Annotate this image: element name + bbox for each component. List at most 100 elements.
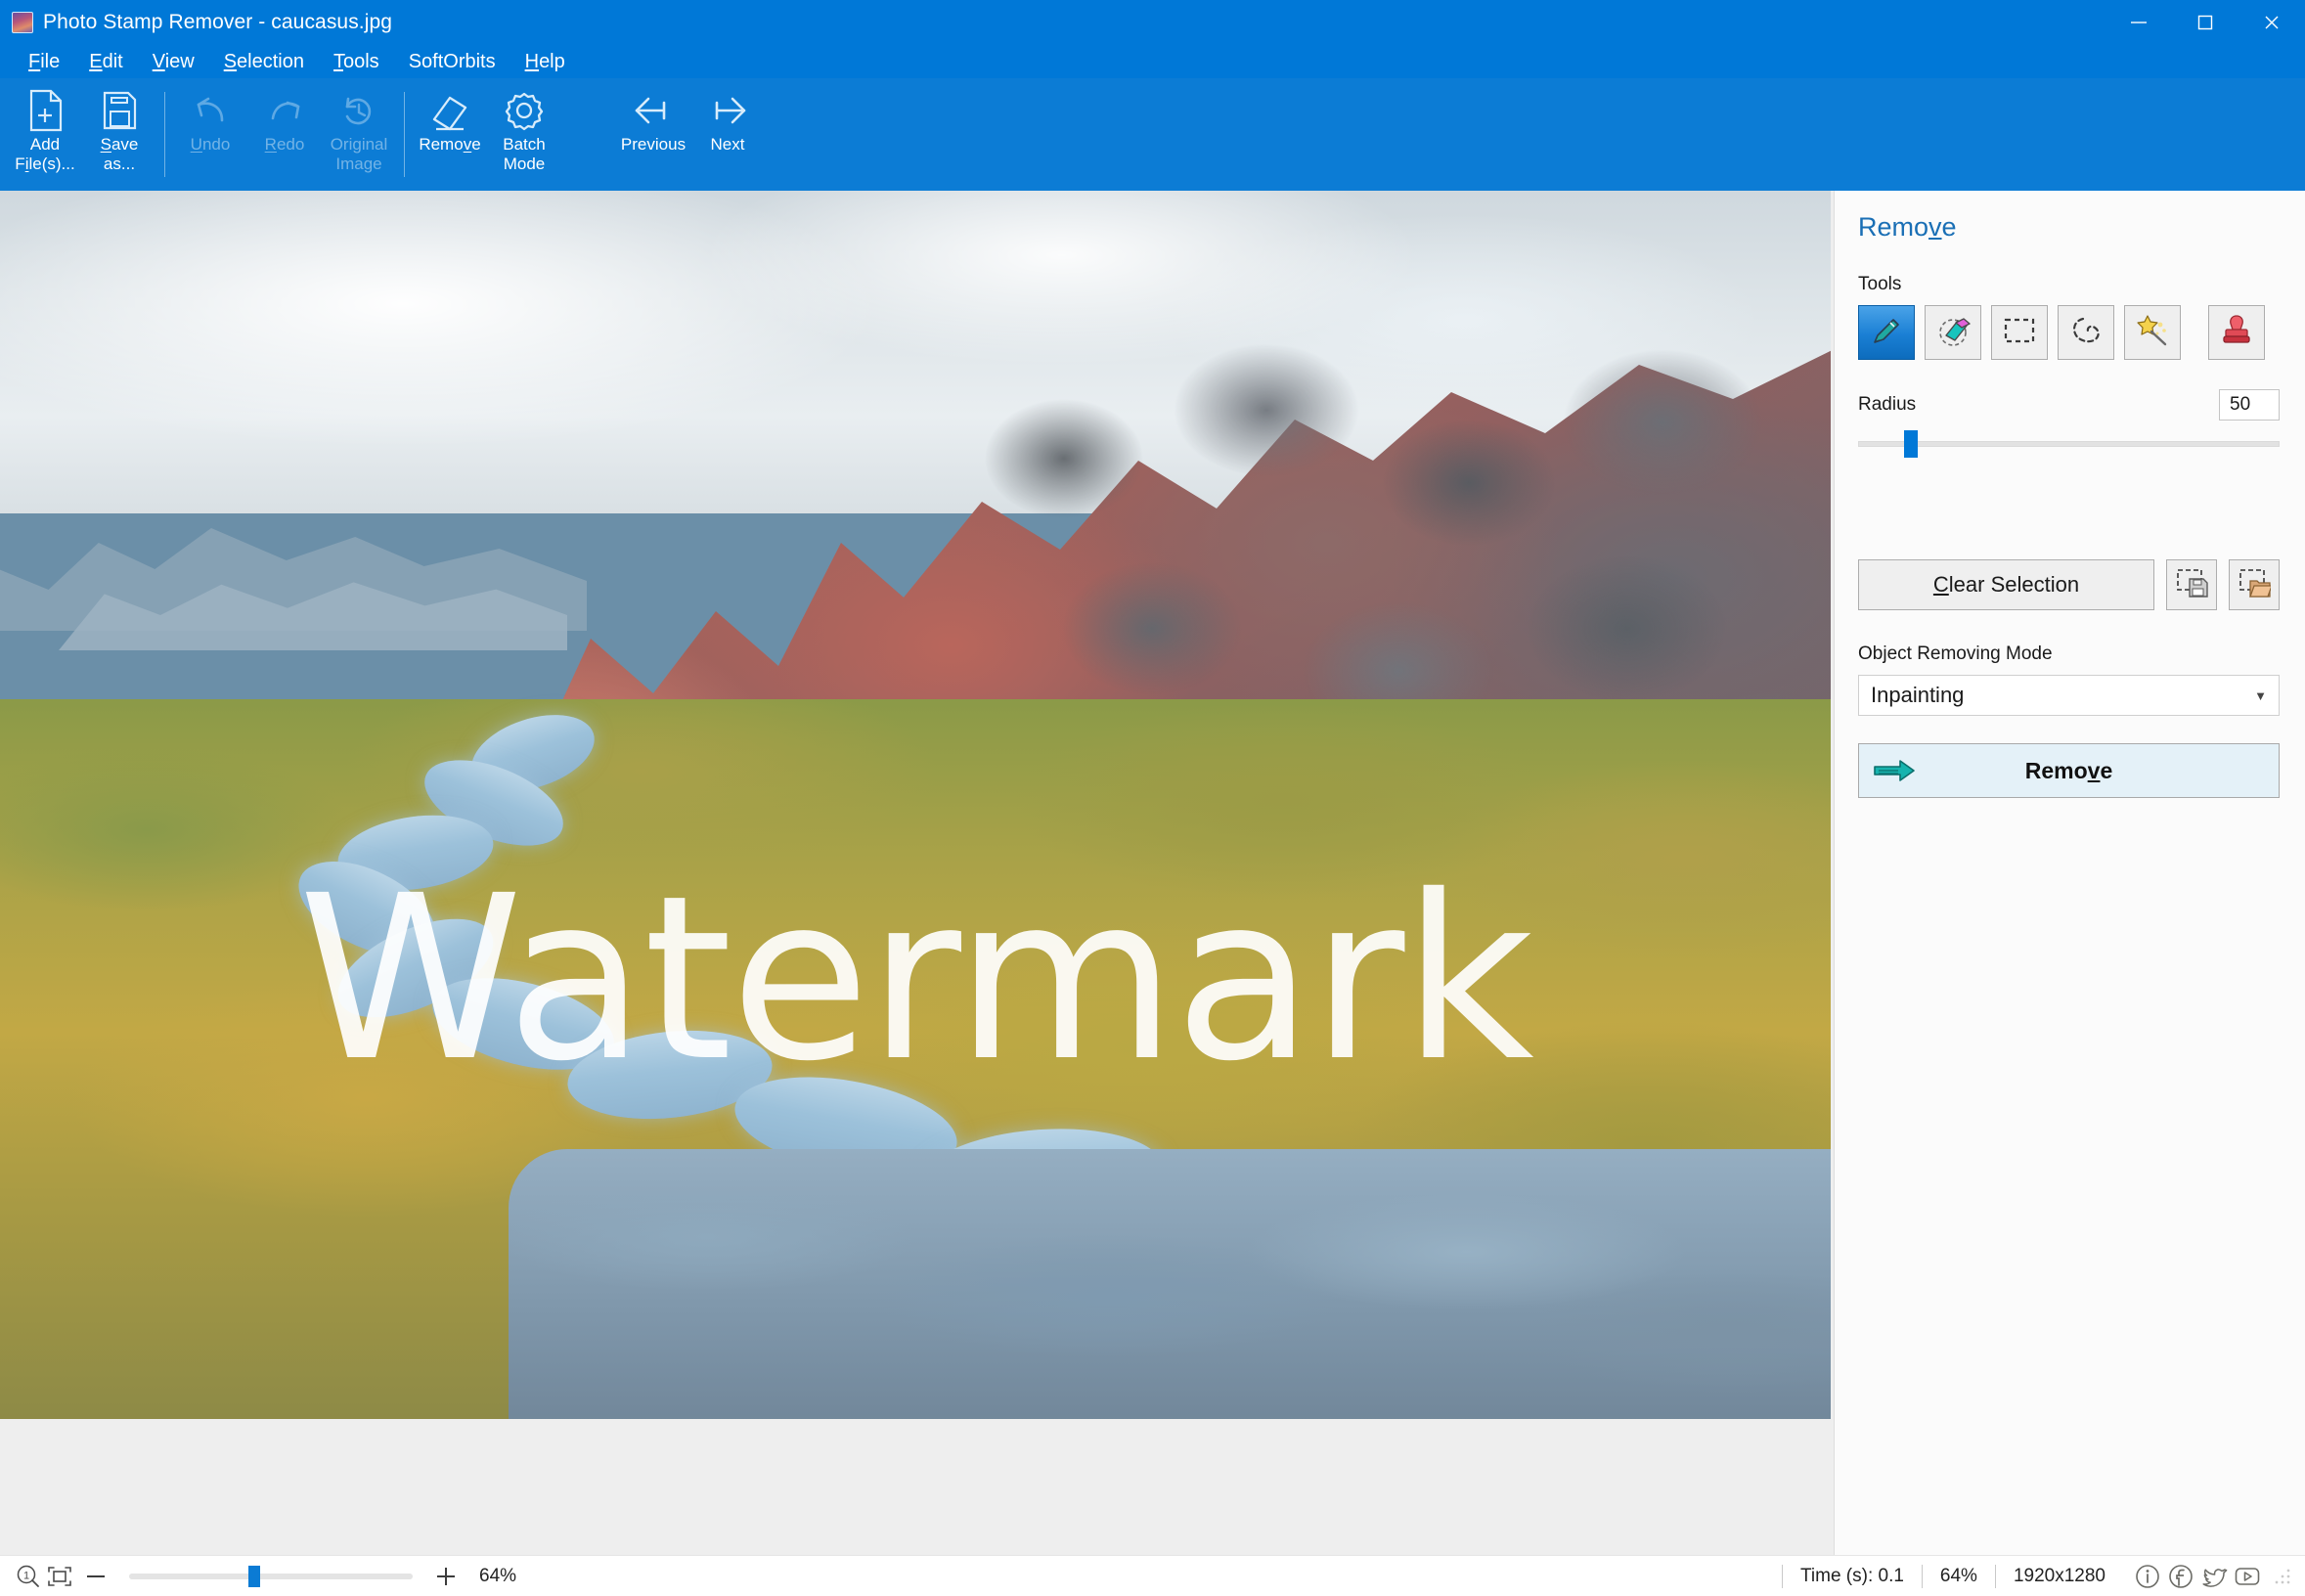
zoom-out-button[interactable] [76,1562,115,1591]
window-controls [2106,0,2305,45]
toolbar-button-save-as[interactable]: Save as... [82,84,156,186]
minimize-button[interactable] [2106,0,2172,45]
title-bar: Photo Stamp Remover - caucasus.jpg [0,0,2305,45]
status-divider-1 [1782,1564,1783,1588]
status-divider-2 [1921,1564,1923,1588]
zoom-slider-track [129,1573,413,1579]
history-clock-icon [337,88,380,133]
load-selection-icon [2238,567,2273,603]
tool-button-magic-wand[interactable] [2124,305,2181,360]
lasso-icon [2067,312,2105,354]
menu-item-selection[interactable]: Selection [211,48,317,76]
menu-item-softorbits[interactable]: SoftOrbits [396,48,509,76]
svg-text:1: 1 [23,1570,29,1581]
gear-icon [503,88,546,133]
toolbar-button-undo[interactable]: Undo [173,84,247,186]
save-selection-button[interactable] [2166,559,2217,610]
zoom-percent-right: 64% [1939,1565,1977,1586]
radius-value-input[interactable]: 50 [2219,389,2280,421]
radius-row: Radius 50 [1858,389,2280,421]
remove-side-panel: Remove Tools Radius 50 C lear Selection … [1834,191,2305,1555]
zoom-actual-size-icon[interactable]: 1 [14,1562,43,1591]
radius-slider[interactable] [1858,430,2280,458]
tool-button-lasso[interactable] [2058,305,2114,360]
application-window: Photo Stamp Remover - caucasus.jpg File … [0,0,2305,1596]
panel-title[interactable]: Remove [1858,212,2280,243]
resize-grip[interactable] [2274,1567,2291,1585]
toolbar-button-batch-mode[interactable]: Batch Mode [487,84,561,186]
status-bar: 1 64% Time (s): 0.1 64% 1920x1280 [0,1555,2305,1596]
toolbar-separator-1 [164,92,165,177]
arrow-right-icon [705,88,750,133]
menu-item-view[interactable]: View [140,48,207,76]
tool-button-rectangle-select[interactable] [1991,305,2048,360]
zoom-slider-thumb[interactable] [247,1565,260,1587]
toolbar-button-original-image[interactable]: Original Image [322,84,396,186]
toolbar-button-redo[interactable]: Redo [247,84,322,186]
youtube-icon[interactable] [2231,1560,2264,1593]
body-area: Watermark Remove Tools Radius 50 C lear … [0,191,2305,1555]
image-canvas[interactable]: Watermark [0,191,1831,1419]
radius-slider-thumb[interactable] [1904,430,1919,458]
dashed-rectangle-icon [2001,312,2038,354]
clear-selection-button[interactable]: Clear Selection [1858,559,2154,610]
status-bar-right: Time (s): 0.1 64% 1920x1280 [1764,1560,2291,1593]
image-workspace[interactable]: Watermark [0,191,1834,1555]
redo-arrow-icon [263,88,306,133]
arrow-left-icon [631,88,676,133]
marker-pen-icon [1868,312,1905,354]
undo-arrow-icon [189,88,232,133]
save-selection-icon [2175,567,2208,603]
eraser-icon [1934,312,1972,354]
eraser-icon [428,88,471,133]
toolbar-button-add-files[interactable]: Add File(s)... [8,84,82,186]
time-text: Time (s): 0.1 [1800,1565,1904,1586]
zoom-slider[interactable] [129,1565,413,1587]
document-plus-icon [25,88,65,133]
toolbar-label-original-image: Original Image [330,135,388,173]
zoom-in-button[interactable] [426,1562,465,1591]
app-icon [12,12,33,33]
info-icon[interactable] [2131,1560,2164,1593]
remove-action-label: Remove [2024,757,2113,783]
object-removing-mode-value: Inpainting [1871,683,1965,707]
toolbar-label-redo: Redo [264,135,305,154]
menu-item-tools[interactable]: Tools [321,48,392,76]
tool-button-stamp[interactable] [2208,305,2265,360]
close-button[interactable] [2239,0,2305,45]
toolbar-button-previous[interactable]: Previous [616,84,690,186]
toolbar-label-save-as: Save as... [100,135,139,173]
tool-button-eraser[interactable] [1925,305,1981,360]
tools-section-label: Tools [1858,274,1902,294]
selection-actions-row: Clear Selection [1858,559,2280,610]
zoom-fit-window-icon[interactable] [43,1562,76,1591]
toolbar-label-previous: Previous [620,135,687,154]
image-dimensions: 1920x1280 [2013,1565,2106,1586]
menu-bar: File Edit View Selection Tools SoftOrbit… [0,45,2305,78]
tool-button-marker[interactable] [1858,305,1915,360]
toolbar-label-next: Next [710,135,745,154]
object-removing-mode-select[interactable]: Inpainting ▼ [1858,675,2280,716]
chevron-down-icon: ▼ [2254,687,2267,703]
remove-action-button[interactable]: Remove [1858,743,2280,798]
menu-item-help[interactable]: Help [512,48,578,76]
window-title: Photo Stamp Remover - caucasus.jpg [43,11,393,33]
object-removing-mode-label: Object Removing Mode [1858,643,2053,664]
toolbar-separator-2 [404,92,405,177]
menu-item-file[interactable]: File [16,48,72,76]
toolbar-label-add-files: Add File(s)... [15,135,75,173]
twitter-icon[interactable] [2197,1560,2231,1593]
facebook-icon[interactable] [2164,1560,2197,1593]
menu-item-edit[interactable]: Edit [76,48,135,76]
floppy-disk-icon [100,88,139,133]
toolbar-button-next[interactable]: Next [690,84,765,186]
load-selection-button[interactable] [2229,559,2280,610]
rubber-stamp-icon [2218,312,2255,354]
tools-row [1858,305,2280,360]
stream-lower [509,1149,1831,1419]
toolbar-label-remove: Remove [419,135,481,154]
zoom-percent-left: 64% [479,1565,517,1586]
toolbar-button-remove[interactable]: Remove [413,84,487,186]
maximize-button[interactable] [2172,0,2239,45]
magic-wand-icon [2134,312,2171,354]
